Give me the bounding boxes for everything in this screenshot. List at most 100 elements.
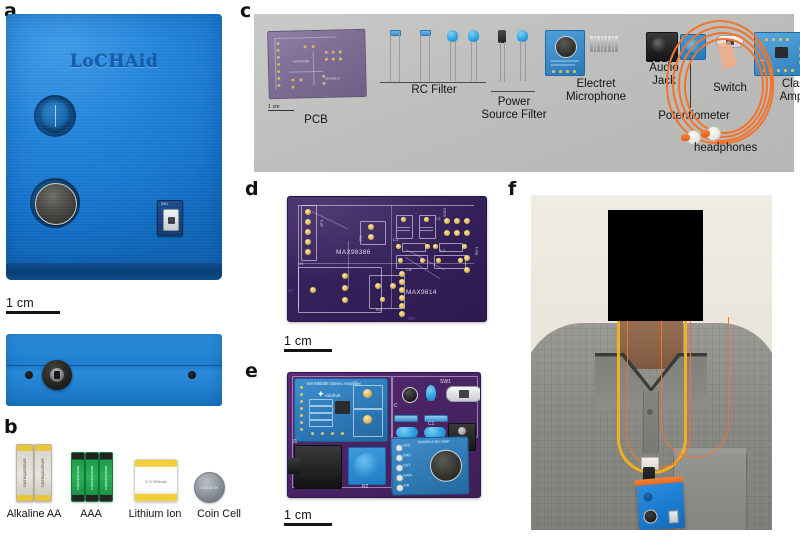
pcb-d-silk-jp1: JP1 <box>319 219 324 227</box>
scale-bar-line-c <box>268 110 294 111</box>
resistor-e1 <box>394 415 418 422</box>
component-label-rc-filter: RC Filter <box>411 84 457 96</box>
pcb-d-silk-c6: C6 <box>406 267 412 272</box>
battery-coin-cell-wordmark: CR2032 3V <box>200 485 219 490</box>
device-brand-text: LoCHAid <box>69 52 159 72</box>
power-filter-bracket <box>491 91 535 92</box>
scale-bar-panel-c: 1 cm <box>268 104 294 111</box>
pcb-d-silk-max98386: MAX98386 <box>336 249 371 256</box>
rc-filter-resistor-1 <box>388 30 402 82</box>
battery-aa-wordmark-2: amazonbasics <box>40 458 46 488</box>
battery-aaa-cell-3: amazonbasics <box>99 452 113 502</box>
battery-aaa-wordmark-2: amazonbasics <box>90 465 94 491</box>
battery-lithium-ion-wordmark: 3.7V 500mAh <box>145 480 167 485</box>
microphone-capsule-e <box>429 449 463 482</box>
earphone-cord-loop-2 <box>661 317 729 458</box>
pcb-d-silk-rv1: RV1 <box>474 246 479 255</box>
slide-switch-icon <box>163 209 179 231</box>
audio-jack-inner <box>50 368 64 382</box>
battery-aaa-wordmark-3: amazonbasics <box>104 465 108 491</box>
pcb-d-silk-c1: C1 <box>440 248 446 253</box>
enclosure-seam-line <box>6 365 222 367</box>
audio-jack-e <box>288 445 342 489</box>
component-pcb-image: MAX98386 MAX9814 <box>267 28 367 100</box>
pcb-d-silk-c2: C2 <box>393 237 399 242</box>
rc-filter-bracket <box>380 82 486 83</box>
electret-microphone-module <box>545 30 585 76</box>
pcb-d-silk-c3: C3 <box>435 216 441 221</box>
battery-aa-wordmark-1: amazonbasics <box>22 458 28 488</box>
microphone-recess <box>30 178 80 228</box>
microphone-capsule-icon <box>555 36 577 58</box>
battery-label-aaa: AAA <box>80 508 102 520</box>
panel-c-photo: MAX98386 MAX9814 1 cm RC Filter Power So… <box>254 14 800 172</box>
device-switch <box>668 510 679 524</box>
power-filter-ceramic-cap <box>516 30 530 82</box>
assembled-pcb-top-view: MAX98306 Stereo Amplifier Adafruit ✦ C S… <box>287 372 481 498</box>
enclosure-side-view <box>6 334 222 406</box>
panel-letter-d: d <box>245 178 259 200</box>
pcb-d-silk-sw1: SW1 <box>442 207 447 217</box>
electrolytic-capacitor-e <box>402 387 418 403</box>
screw-hole-left <box>25 371 33 379</box>
battery-aaa-wordmark-1: amazonbasics <box>76 465 80 491</box>
screw-hole-right <box>188 371 196 379</box>
ceramic-capacitor-e1 <box>426 385 436 401</box>
microphone-breakout-e: VDD GND OUT GAIN A/R MAX9814 MIC AMP <box>390 436 470 496</box>
earbud-right-nozzle <box>701 130 710 137</box>
pcb-e-silk-j1: J1 <box>292 439 298 445</box>
device-microphone <box>643 509 658 524</box>
scale-bar-line-e <box>284 523 332 526</box>
pcb-e-silk-r2: R2 <box>362 484 369 490</box>
worn-device-photo <box>531 195 772 530</box>
enclosure-top-bottom-edge <box>6 263 222 280</box>
worn-lochaid-device <box>634 476 686 530</box>
scale-bar-label: 1 cm <box>6 296 34 310</box>
component-label-headphones: headphones <box>694 142 758 154</box>
panel-letter-e: e <box>245 360 258 382</box>
potentiometer-knob-icon <box>40 101 70 131</box>
battery-label-alkaline-aa: Alkaline AA <box>6 508 62 520</box>
scale-bar-line <box>6 311 60 314</box>
battery-aa-cell-2: amazonbasics <box>34 444 52 502</box>
power-filter-electrolytic-cap <box>497 30 509 82</box>
panel-letter-f: f <box>508 178 517 200</box>
amp-breakout-ic <box>335 401 350 414</box>
switch-silkscreen-label: SW1 <box>161 202 168 206</box>
pcb-e-silk-c1: C1 <box>428 421 435 427</box>
pcb-d-silk-r2: R2 <box>376 307 382 312</box>
pcb-d-silk-max9814: MAX9814 <box>406 289 437 296</box>
amp-breakout-silk-brand: Adafruit <box>325 393 341 398</box>
scale-bar-panel-a: 1 cm <box>6 296 60 314</box>
amplifier-ic <box>775 47 788 58</box>
mic-breakout-silk-title: MAX9814 MIC AMP <box>417 439 450 445</box>
class-d-amplifier-breakout: MAX98306 Stereo Amplifier Adafruit ✦ <box>294 378 388 442</box>
component-label-pcb: PCB <box>304 114 328 126</box>
battery-label-lithium-ion: Lithium Ion <box>128 508 182 520</box>
battery-aaa-cell-1: amazonbasics <box>71 452 85 502</box>
pcb-c-silk-amp: MAX98386 <box>292 59 310 64</box>
scale-bar-panel-e: 1 cm <box>284 508 332 526</box>
rc-filter-capacitor-2 <box>467 30 481 82</box>
face-redaction-block <box>608 210 703 321</box>
earbud-right <box>701 126 721 141</box>
battery-label-coin-cell: Coin Cell <box>197 508 241 520</box>
battery-aaa-cell-2: amazonbasics <box>85 452 99 502</box>
audio-jack-e-barrel <box>288 458 301 474</box>
enclosure-top-view: LoCHAid SW1 <box>6 14 222 266</box>
audio-jack-barrel <box>652 38 666 52</box>
figure-root: a LoCHAid SW1 1 cm b amazonbasics amazon… <box>0 0 800 539</box>
scale-bar-panel-d: 1 cm <box>284 334 332 352</box>
earbud-left-nozzle <box>681 134 690 141</box>
battery-aa-cell-1: amazonbasics <box>16 444 34 502</box>
potentiometer-recess <box>34 95 76 137</box>
battery-coin-cell: CR2032 3V <box>194 472 225 503</box>
pin-header-small <box>590 36 618 52</box>
slide-switch-e <box>446 386 480 402</box>
scale-bar-line-d <box>284 349 332 352</box>
power-switch-module: SW1 <box>157 200 183 236</box>
rc-filter-capacitor-1 <box>446 30 460 82</box>
pcb-e-silk-c: C <box>394 403 398 409</box>
panel-letter-b: b <box>4 416 18 438</box>
potentiometer-e <box>348 447 386 485</box>
